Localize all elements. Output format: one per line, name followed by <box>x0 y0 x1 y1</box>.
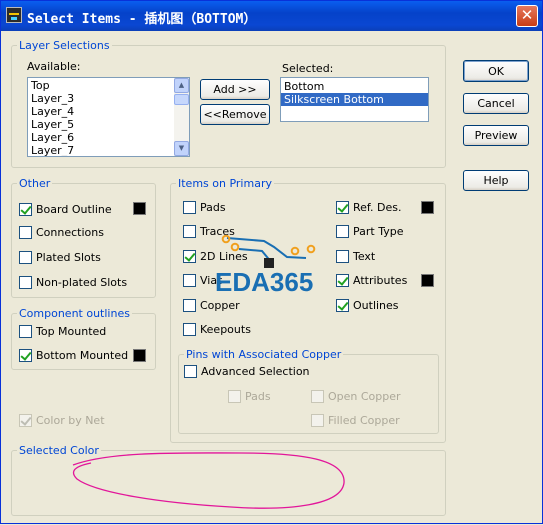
window-title: Select Items - 插机图（BOTTOM） <box>27 12 257 27</box>
text-checkbox[interactable]: Text <box>336 248 375 264</box>
selected-color-legend: Selected Color <box>19 444 99 457</box>
scroll-down-icon[interactable]: ▼ <box>174 141 189 156</box>
preview-button[interactable]: Preview <box>463 125 529 146</box>
filled-copper-checkbox[interactable]: Filled Copper <box>311 412 400 428</box>
pins-with-copper-legend: Pins with Associated Copper <box>186 348 342 361</box>
selected-item-highlighted[interactable]: Silkscreen Bottom <box>281 93 428 106</box>
add-button[interactable]: Add >> <box>200 79 270 100</box>
plated-slots-checkbox[interactable]: Plated Slots <box>19 249 101 265</box>
connections-checkbox[interactable]: Connections <box>19 224 104 240</box>
close-button[interactable]: ✕ <box>516 5 538 27</box>
ref-des-color-swatch[interactable] <box>420 200 435 215</box>
scroll-thumb[interactable] <box>174 94 189 105</box>
other-legend: Other <box>19 177 51 190</box>
available-scrollbar[interactable]: ▲ ▼ <box>174 78 189 156</box>
copper-checkbox[interactable]: Copper <box>183 297 240 313</box>
selected-label: Selected: <box>282 62 334 75</box>
watermark-text: EDA365 <box>215 267 313 297</box>
keepouts-checkbox[interactable]: Keepouts <box>183 321 251 337</box>
attributes-color-swatch[interactable] <box>420 273 435 288</box>
open-copper-checkbox[interactable]: Open Copper <box>311 388 401 404</box>
title-bar: Select Items - 插机图（BOTTOM） ✕ <box>1 1 542 31</box>
items-on-primary-legend: Items on Primary <box>178 177 272 190</box>
bottom-mounted-color-swatch[interactable] <box>132 348 147 363</box>
board-outline-checkbox[interactable]: Board Outline <box>19 201 112 217</box>
selected-listbox[interactable]: Bottom Silkscreen Bottom <box>280 77 429 122</box>
selected-item[interactable]: Bottom <box>281 80 428 93</box>
color-by-net-checkbox[interactable]: Color by Net <box>19 412 105 428</box>
available-item[interactable]: Layer_7 <box>28 144 189 156</box>
help-button[interactable]: Help <box>463 170 529 191</box>
available-item[interactable]: Layer_3 <box>28 92 189 105</box>
component-outlines-legend: Component outlines <box>19 307 130 320</box>
eda365-watermark-logo: EDA365 <box>215 234 316 297</box>
available-label: Available: <box>27 60 81 73</box>
bottom-mounted-checkbox[interactable]: Bottom Mounted <box>19 347 128 363</box>
selected-color-group: Selected Color <box>11 444 446 516</box>
outlines-checkbox[interactable]: Outlines <box>336 297 399 313</box>
select-items-dialog: Select Items - 插机图（BOTTOM） ✕ Layer Selec… <box>0 0 543 524</box>
pads-checkbox[interactable]: Pads <box>183 199 226 215</box>
available-item[interactable]: Top <box>28 79 189 92</box>
available-item[interactable]: Layer_4 <box>28 105 189 118</box>
scroll-up-icon[interactable]: ▲ <box>174 78 189 93</box>
available-listbox[interactable]: Top Layer_3 Layer_4 Layer_5 Layer_6 Laye… <box>27 77 190 157</box>
ref-des-checkbox[interactable]: Ref. Des. <box>336 199 401 215</box>
pins-pads-checkbox[interactable]: Pads <box>228 388 271 404</box>
board-outline-color-swatch[interactable] <box>132 201 147 216</box>
attributes-checkbox[interactable]: Attributes <box>336 272 407 288</box>
part-type-checkbox[interactable]: Part Type <box>336 223 403 239</box>
available-item[interactable]: Layer_6 <box>28 131 189 144</box>
available-item[interactable]: Layer_5 <box>28 118 189 131</box>
ok-button[interactable]: OK <box>463 60 529 82</box>
remove-button[interactable]: <<Remove <box>200 104 270 125</box>
top-mounted-checkbox[interactable]: Top Mounted <box>19 323 106 339</box>
advanced-selection-checkbox[interactable]: Advanced Selection <box>184 363 310 379</box>
cancel-button[interactable]: Cancel <box>463 93 529 114</box>
non-plated-slots-checkbox[interactable]: Non-plated Slots <box>19 274 127 290</box>
layer-selections-legend: Layer Selections <box>19 39 110 52</box>
pads-app-icon <box>6 7 22 23</box>
